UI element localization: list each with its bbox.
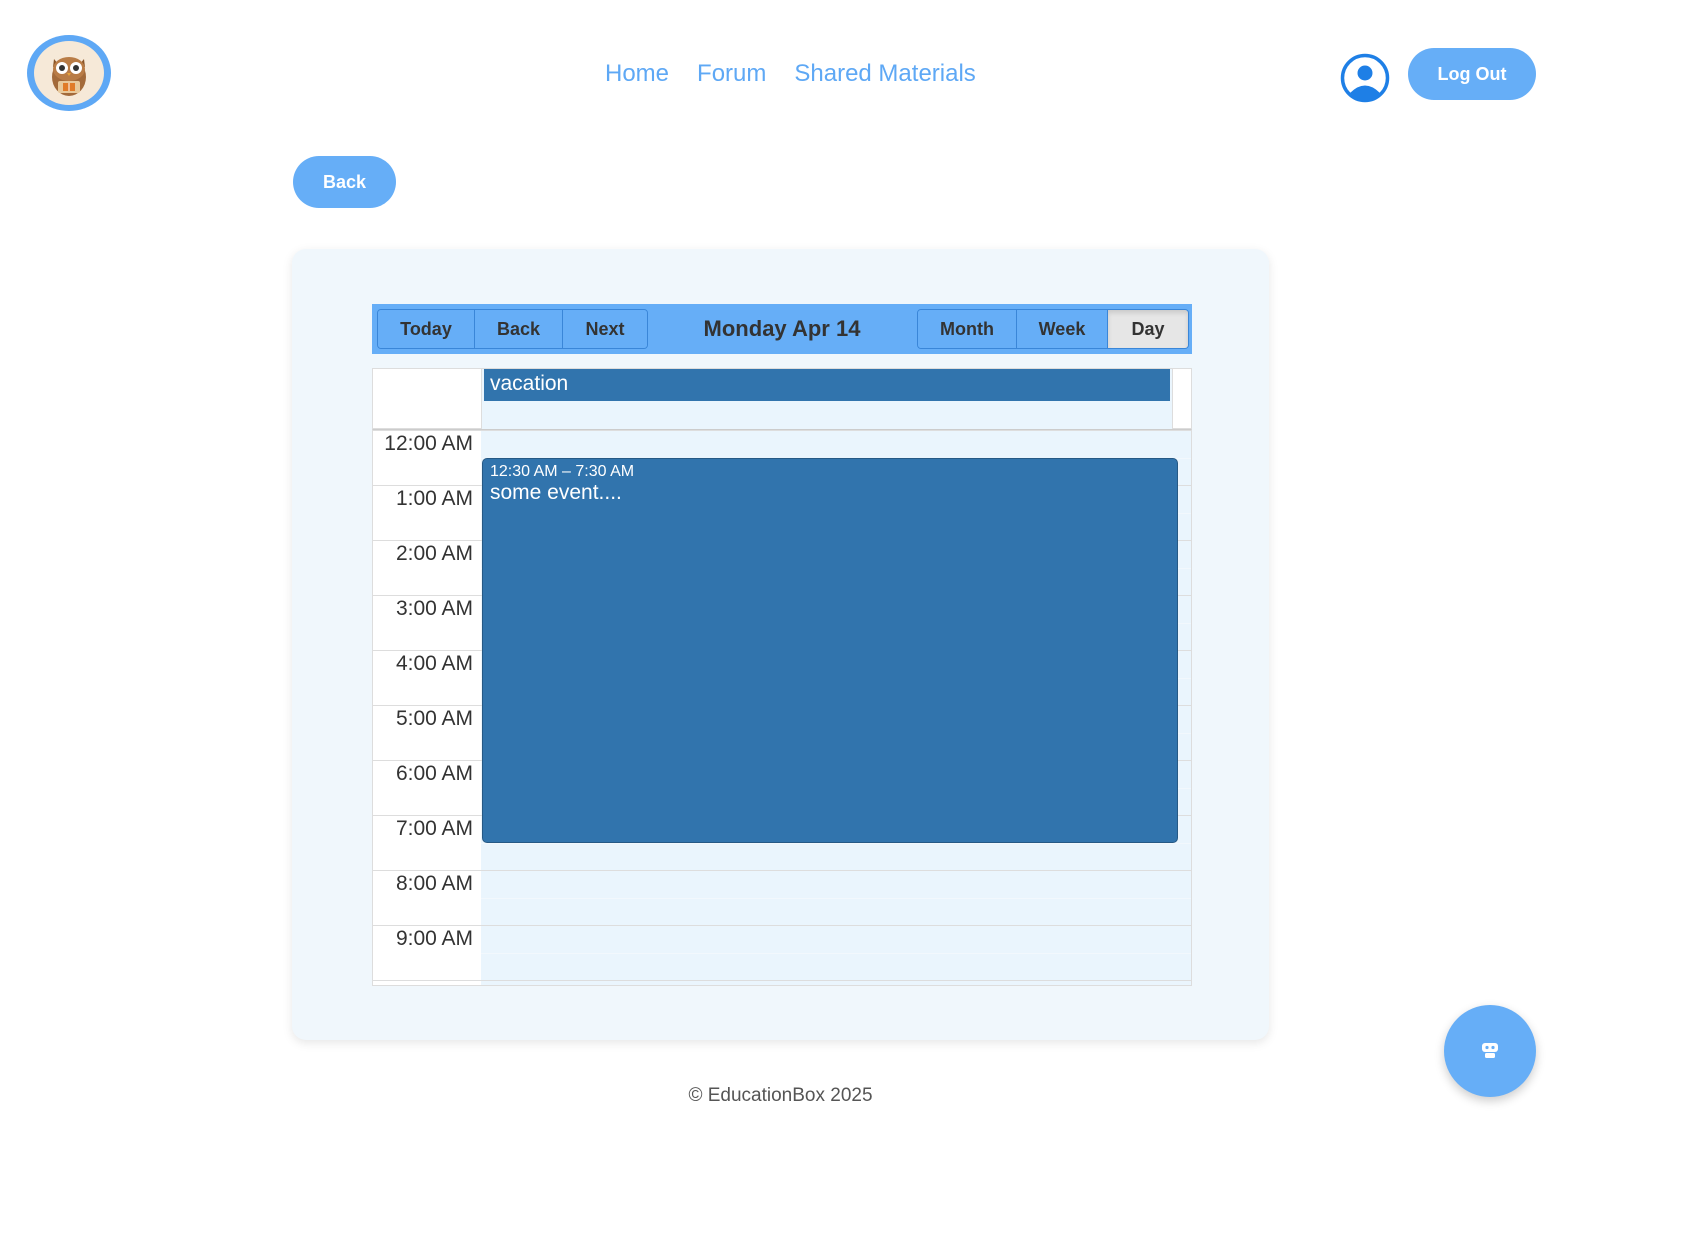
all-day-row: vacation	[372, 368, 1192, 429]
half-hour-divider	[481, 842, 1191, 844]
time-slot-label: 5:00 AM	[395, 707, 473, 730]
owl-logo[interactable]	[27, 35, 111, 111]
user-icon[interactable]	[1340, 53, 1390, 103]
all-day-event[interactable]: vacation	[484, 369, 1170, 401]
calendar-view-group: Month Week Day	[917, 309, 1189, 349]
time-slot-divider	[373, 485, 481, 486]
time-slot-label: 12:00 AM	[384, 432, 473, 455]
time-slot-label: 10:00 AM	[373, 982, 473, 985]
half-hour-divider	[481, 897, 1191, 899]
view-month-button[interactable]: Month	[918, 310, 1017, 348]
time-slot-divider	[373, 980, 481, 981]
time-slot-divider	[373, 430, 481, 431]
time-slot-divider	[373, 925, 481, 926]
today-button[interactable]: Today	[378, 310, 475, 348]
half-hour-divider	[481, 952, 1191, 954]
time-slot-divider	[373, 870, 481, 871]
owl-logo-icon	[34, 41, 104, 105]
time-slot-label: 2:00 AM	[395, 542, 473, 565]
time-slot-label: 7:00 AM	[395, 817, 473, 840]
time-slot-divider	[373, 705, 481, 706]
time-slot-label: 9:00 AM	[395, 927, 473, 950]
time-slot-label: 1:00 AM	[395, 487, 473, 510]
event-time: 12:30 AM – 7:30 AM	[490, 462, 635, 480]
time-slot-divider	[373, 595, 481, 596]
main-nav: Home Forum Shared Materials	[605, 60, 976, 88]
calendar-toolbar: Today Back Next Monday Apr 14 Month Week…	[372, 304, 1192, 354]
hour-divider	[481, 980, 1191, 981]
time-slot-label: 8:00 AM	[395, 872, 473, 895]
calendar-card: Today Back Next Monday Apr 14 Month Week…	[292, 249, 1269, 1040]
all-day-cell[interactable]: vacation	[481, 369, 1173, 429]
robot-icon	[1479, 1039, 1501, 1064]
hour-divider	[481, 430, 1191, 431]
time-gutter: 12:00 AM 1:00 AM 2:00 AM 3:00 AM 4:00 AM 5:00…	[373, 430, 482, 985]
nav-forum[interactable]: Forum	[697, 60, 766, 88]
chatbot-button[interactable]	[1444, 1005, 1536, 1097]
back-button[interactable]: Back	[293, 156, 396, 208]
view-day-button[interactable]: Day	[1108, 310, 1188, 348]
time-slot-divider	[373, 760, 481, 761]
view-week-button[interactable]: Week	[1017, 310, 1108, 348]
hour-divider	[481, 870, 1191, 871]
calendar-date-label: Monday Apr 14	[703, 316, 861, 341]
time-slot-label: 3:00 AM	[395, 597, 473, 620]
time-slot-divider	[373, 815, 481, 816]
time-slot-label: 4:00 AM	[395, 652, 473, 675]
calendar-back-button[interactable]: Back	[475, 310, 563, 348]
day-column[interactable]: 12:30 AM – 7:30 AM some event....	[481, 430, 1191, 985]
nav-shared-materials[interactable]: Shared Materials	[794, 60, 975, 88]
time-slot-divider	[373, 650, 481, 651]
calendar-nav-group: Today Back Next	[377, 309, 648, 349]
logout-button[interactable]: Log Out	[1408, 48, 1536, 100]
calendar-next-button[interactable]: Next	[563, 310, 647, 348]
time-slot-divider	[373, 540, 481, 541]
footer-copyright: © EducationBox 2025	[688, 1085, 873, 1106]
nav-home[interactable]: Home	[605, 60, 669, 88]
time-grid: 12:00 AM 1:00 AM 2:00 AM 3:00 AM 4:00 AM 5:00…	[372, 429, 1192, 986]
calendar-event[interactable]: 12:30 AM – 7:30 AM some event....	[482, 457, 1178, 843]
hour-divider	[481, 925, 1191, 926]
time-slot-label: 6:00 AM	[395, 762, 473, 785]
event-title: some event....	[490, 480, 622, 504]
